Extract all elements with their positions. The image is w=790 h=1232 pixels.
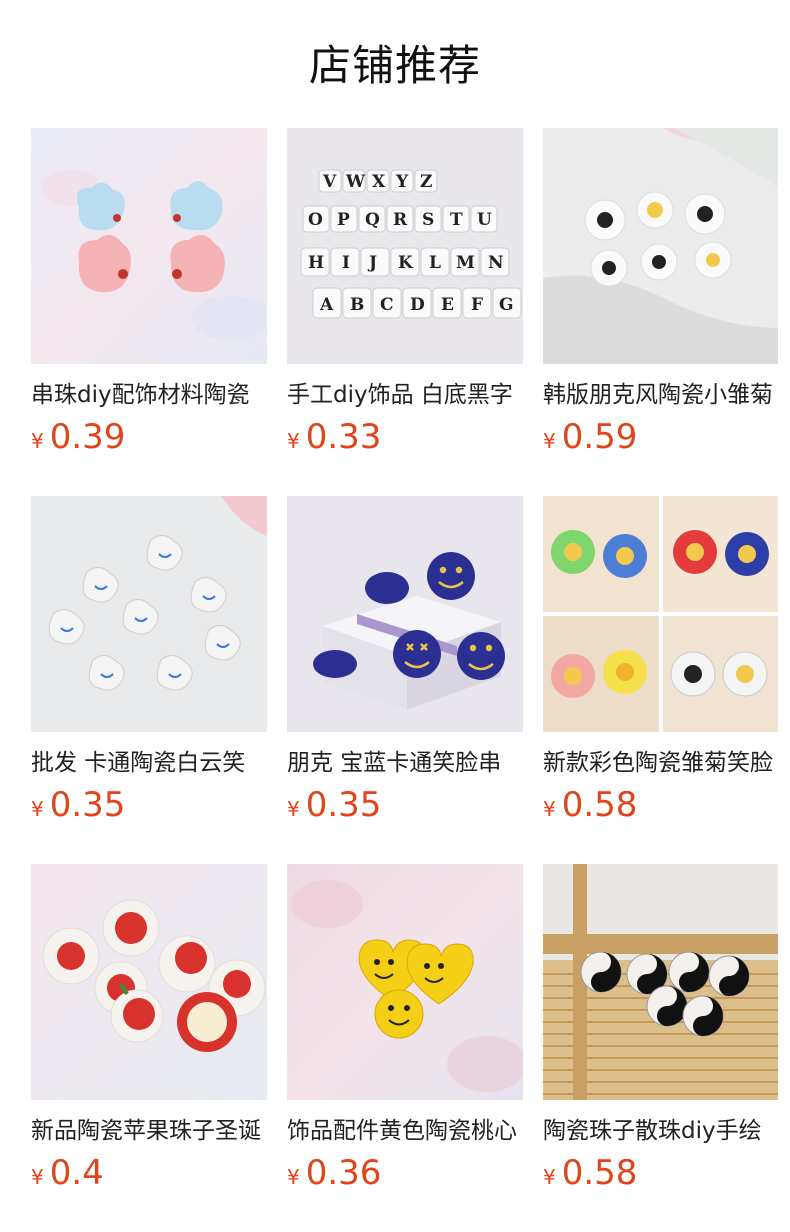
white-cloud-smiley-beads-icon[interactable]: [31, 496, 267, 732]
price-value: 0.33: [305, 417, 382, 457]
svg-text:Q: Q: [365, 210, 380, 230]
letter-cube-beads-icon[interactable]: V W X Y Z O P Q R S T U H I J K L M N A …: [287, 128, 523, 364]
currency-symbol: ¥: [543, 1165, 556, 1189]
currency-symbol: ¥: [287, 797, 300, 821]
svg-text:R: R: [393, 210, 408, 230]
svg-text:K: K: [398, 253, 414, 273]
product-price: ¥0.35: [287, 784, 523, 826]
currency-symbol: ¥: [287, 1165, 300, 1189]
product-name[interactable]: 韩版朋克风陶瓷小雏菊: [543, 378, 779, 412]
product-name[interactable]: 串珠diy配饰材料陶瓷: [31, 378, 267, 412]
product-card[interactable]: 批发 卡通陶瓷白云笑 ¥0.35: [31, 496, 267, 864]
product-name[interactable]: 朋克 宝蓝卡通笑脸串: [287, 746, 523, 780]
svg-text:O: O: [308, 210, 323, 230]
yin-yang-beads-icon[interactable]: [543, 864, 779, 1100]
product-name[interactable]: 批发 卡通陶瓷白云笑: [31, 746, 267, 780]
product-price: ¥0.58: [543, 784, 779, 826]
product-card[interactable]: 新款彩色陶瓷雏菊笑脸 ¥0.58: [543, 496, 779, 864]
product-name[interactable]: 饰品配件黄色陶瓷桃心: [287, 1114, 523, 1148]
svg-text:E: E: [441, 295, 454, 315]
currency-symbol: ¥: [543, 797, 556, 821]
svg-text:Y: Y: [395, 172, 409, 192]
product-card[interactable]: V W X Y Z O P Q R S T U H I J K L M N A …: [287, 128, 523, 496]
product-price: ¥0.39: [31, 416, 267, 458]
price-value: 0.59: [561, 417, 638, 457]
product-card[interactable]: 朋克 宝蓝卡通笑脸串 ¥0.35: [287, 496, 523, 864]
currency-symbol: ¥: [543, 429, 556, 453]
product-price: ¥0.36: [287, 1152, 523, 1194]
product-card[interactable]: 新品陶瓷苹果珠子圣诞 ¥0.4: [31, 864, 267, 1232]
svg-text:X: X: [372, 172, 386, 192]
page-edge-mask: [778, 0, 790, 1232]
colorful-daisy-smiley-beads-icon[interactable]: [543, 496, 779, 732]
svg-text:H: H: [308, 253, 324, 273]
section-title: 店铺推荐: [308, 41, 481, 90]
svg-text:L: L: [429, 253, 441, 273]
svg-text:A: A: [319, 295, 334, 315]
product-card[interactable]: 陶瓷珠子散珠diy手绘 ¥0.58: [543, 864, 779, 1232]
price-value: 0.36: [305, 1153, 382, 1193]
svg-text:G: G: [499, 295, 514, 315]
svg-text:M: M: [456, 253, 475, 273]
blue-smiley-beads-icon[interactable]: [287, 496, 523, 732]
price-value: 0.35: [49, 785, 126, 825]
price-value: 0.58: [561, 785, 638, 825]
product-name[interactable]: 手工diy饰品 白底黑字: [287, 378, 523, 412]
svg-text:B: B: [350, 295, 364, 315]
svg-text:P: P: [337, 210, 350, 230]
price-value: 0.58: [561, 1153, 638, 1193]
currency-symbol: ¥: [31, 429, 44, 453]
yellow-heart-smiley-beads-icon[interactable]: [287, 864, 523, 1100]
product-card[interactable]: 饰品配件黄色陶瓷桃心 ¥0.36: [287, 864, 523, 1232]
price-value: 0.39: [49, 417, 126, 457]
product-name[interactable]: 陶瓷珠子散珠diy手绘: [543, 1114, 779, 1148]
product-price: ¥0.4: [31, 1152, 267, 1194]
svg-text:D: D: [410, 295, 425, 315]
svg-text:T: T: [450, 210, 463, 230]
svg-text:S: S: [422, 210, 434, 230]
svg-text:J: J: [367, 253, 377, 273]
product-grid: 串珠diy配饰材料陶瓷 ¥0.39 V W X Y Z O P Q R S T …: [31, 128, 790, 1232]
price-value: 0.35: [305, 785, 382, 825]
product-card[interactable]: 韩版朋克风陶瓷小雏菊 ¥0.59: [543, 128, 779, 496]
product-price: ¥0.33: [287, 416, 523, 458]
product-price: ¥0.35: [31, 784, 267, 826]
product-price: ¥0.59: [543, 416, 779, 458]
currency-symbol: ¥: [31, 1165, 44, 1189]
white-smiley-flower-beads-icon[interactable]: [543, 128, 779, 364]
product-card[interactable]: 串珠diy配饰材料陶瓷 ¥0.39: [31, 128, 267, 496]
svg-text:I: I: [342, 253, 350, 273]
svg-text:C: C: [380, 295, 394, 315]
pastel-ceramic-rabbit-beads-icon[interactable]: [31, 128, 267, 364]
apple-ceramic-beads-icon[interactable]: [31, 864, 267, 1100]
svg-text:F: F: [471, 295, 483, 315]
svg-text:N: N: [488, 253, 504, 273]
product-name[interactable]: 新款彩色陶瓷雏菊笑脸: [543, 746, 779, 780]
svg-text:U: U: [477, 210, 492, 230]
svg-text:Z: Z: [420, 172, 432, 192]
svg-text:W: W: [345, 172, 366, 192]
currency-symbol: ¥: [287, 429, 300, 453]
svg-text:V: V: [322, 172, 337, 192]
product-name[interactable]: 新品陶瓷苹果珠子圣诞: [31, 1114, 267, 1148]
product-price: ¥0.58: [543, 1152, 779, 1194]
price-value: 0.4: [49, 1153, 104, 1193]
currency-symbol: ¥: [31, 797, 44, 821]
